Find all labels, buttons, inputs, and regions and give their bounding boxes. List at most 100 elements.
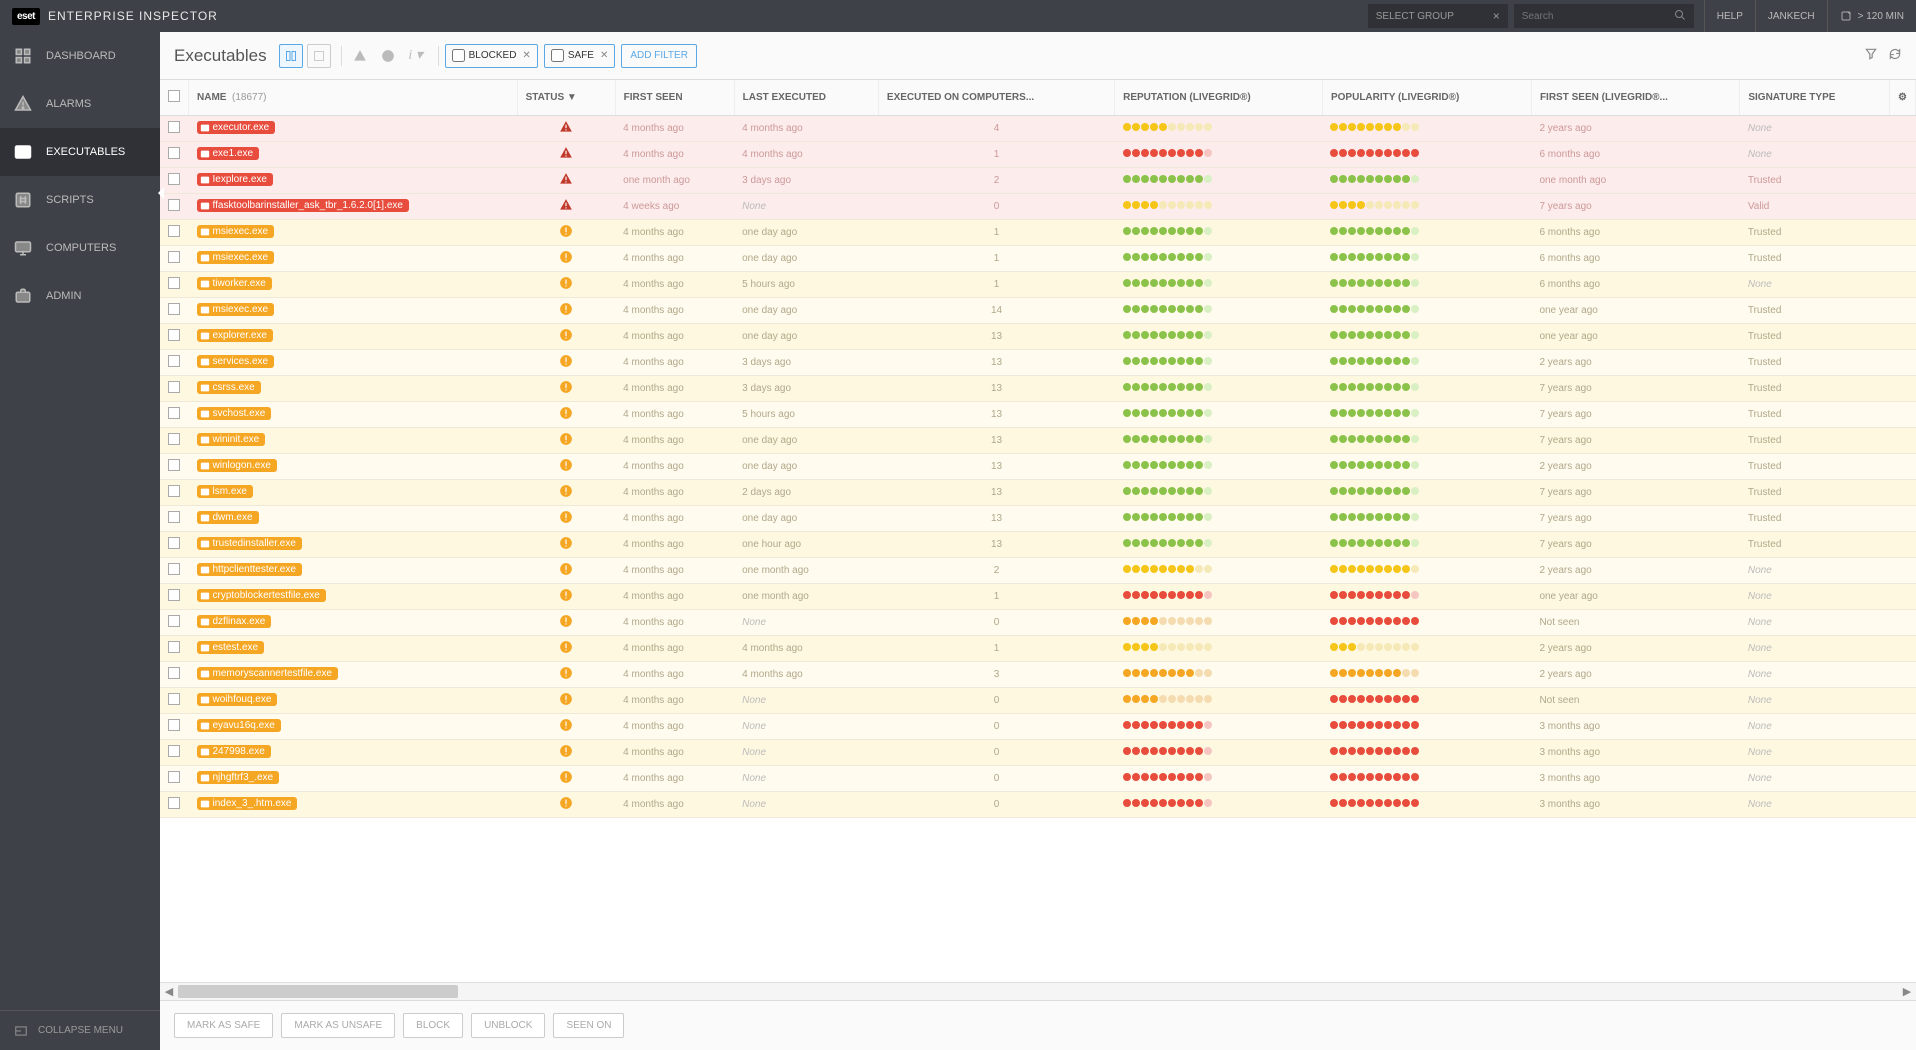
- column-header[interactable]: NAME (18677): [189, 80, 518, 116]
- refresh-icon[interactable]: [1888, 47, 1902, 64]
- block-button[interactable]: BLOCK: [403, 1013, 463, 1038]
- executable-badge[interactable]: msiexec.exe: [197, 225, 275, 238]
- filter-icon[interactable]: [1864, 47, 1878, 64]
- table-row[interactable]: lsm.exe4 months ago2 days ago137 years a…: [160, 480, 1916, 506]
- row-checkbox[interactable]: [168, 667, 180, 679]
- table-row[interactable]: msiexec.exe4 months agoone day ago16 mon…: [160, 246, 1916, 272]
- row-checkbox[interactable]: [168, 589, 180, 601]
- executable-badge[interactable]: eyavu16q.exe: [197, 719, 281, 732]
- executable-badge[interactable]: msiexec.exe: [197, 251, 275, 264]
- row-checkbox[interactable]: [168, 225, 180, 237]
- column-header[interactable]: FIRST SEEN (LIVEGRID®...: [1531, 80, 1739, 116]
- table-row[interactable]: Iexplore.exeone month ago3 days ago2one …: [160, 168, 1916, 194]
- executable-badge[interactable]: 247998.exe: [197, 745, 271, 758]
- executable-badge[interactable]: ffasktoolbarinstaller_ask_tbr_1.6.2.0[1]…: [197, 199, 410, 212]
- gear-icon[interactable]: ⚙: [1898, 92, 1907, 103]
- table-row[interactable]: tiworker.exe4 months ago5 hours ago16 mo…: [160, 272, 1916, 298]
- table-row[interactable]: executor.exe4 months ago4 months ago42 y…: [160, 116, 1916, 142]
- tool-info-i-icon[interactable]: i ▾: [404, 44, 428, 68]
- row-checkbox[interactable]: [168, 563, 180, 575]
- table-row[interactable]: woihfouq.exe4 months agoNone0Not seenNon…: [160, 688, 1916, 714]
- sidebar-item-scripts[interactable]: SCRIPTS: [0, 176, 160, 224]
- row-checkbox[interactable]: [168, 251, 180, 263]
- user-link[interactable]: JANKECH: [1755, 0, 1827, 32]
- table-row[interactable]: csrss.exe4 months ago3 days ago137 years…: [160, 376, 1916, 402]
- table-row[interactable]: wininit.exe4 months agoone day ago137 ye…: [160, 428, 1916, 454]
- search-box[interactable]: [1514, 4, 1694, 28]
- unblock-button[interactable]: UNBLOCK: [471, 1013, 545, 1038]
- search-icon[interactable]: [1674, 9, 1686, 24]
- search-input[interactable]: [1522, 11, 1674, 22]
- row-checkbox[interactable]: [168, 641, 180, 653]
- row-checkbox[interactable]: [168, 147, 180, 159]
- executable-badge[interactable]: dzflinax.exe: [197, 615, 272, 628]
- sidebar-item-executables[interactable]: EXECUTABLES: [0, 128, 160, 176]
- column-header[interactable]: REPUTATION (LIVEGRID®): [1115, 80, 1323, 116]
- remove-filter-icon[interactable]: ✕: [600, 50, 608, 61]
- executable-badge[interactable]: cryptoblockertestfile.exe: [197, 589, 326, 602]
- table-row[interactable]: dzflinax.exe4 months agoNone0Not seenNon…: [160, 610, 1916, 636]
- executable-badge[interactable]: explorer.exe: [197, 329, 273, 342]
- executable-badge[interactable]: httpclienttester.exe: [197, 563, 302, 576]
- column-header[interactable]: FIRST SEEN: [615, 80, 734, 116]
- column-header[interactable]: LAST EXECUTED: [734, 80, 878, 116]
- table-row[interactable]: winlogon.exe4 months agoone day ago132 y…: [160, 454, 1916, 480]
- row-checkbox[interactable]: [168, 407, 180, 419]
- table-row[interactable]: dwm.exe4 months agoone day ago137 years …: [160, 506, 1916, 532]
- executable-badge[interactable]: index_3_.htm.exe: [197, 797, 298, 810]
- help-link[interactable]: HELP: [1704, 0, 1755, 32]
- add-filter-button[interactable]: ADD FILTER: [621, 44, 697, 68]
- executable-badge[interactable]: winlogon.exe: [197, 459, 277, 472]
- column-header[interactable]: STATUS ▼: [517, 80, 615, 116]
- row-checkbox[interactable]: [168, 719, 180, 731]
- table-row[interactable]: explorer.exe4 months agoone day ago13one…: [160, 324, 1916, 350]
- table-row[interactable]: cryptoblockertestfile.exe4 months agoone…: [160, 584, 1916, 610]
- select-group-button[interactable]: SELECT GROUP ×: [1368, 4, 1508, 28]
- executable-badge[interactable]: woihfouq.exe: [197, 693, 278, 706]
- row-checkbox[interactable]: [168, 771, 180, 783]
- table-row[interactable]: trustedinstaller.exe4 months agoone hour…: [160, 532, 1916, 558]
- table-row[interactable]: estest.exe4 months ago4 months ago12 yea…: [160, 636, 1916, 662]
- time-filter-button[interactable]: > 120 MIN: [1827, 0, 1916, 32]
- executable-badge[interactable]: memoryscannertestfile.exe: [197, 667, 339, 680]
- mark-as-unsafe-button[interactable]: MARK AS UNSAFE: [281, 1013, 395, 1038]
- executable-badge[interactable]: estest.exe: [197, 641, 265, 654]
- row-checkbox[interactable]: [168, 459, 180, 471]
- layout-panel-button[interactable]: [279, 44, 303, 68]
- table-row[interactable]: eyavu16q.exe4 months agoNone03 months ag…: [160, 714, 1916, 740]
- row-checkbox[interactable]: [168, 121, 180, 133]
- scroll-thumb[interactable]: [178, 985, 458, 998]
- filter-chip-safe[interactable]: SAFE✕: [544, 44, 616, 68]
- sidebar-item-alarms[interactable]: ALARMS: [0, 80, 160, 128]
- sidebar-item-dashboard[interactable]: DASHBOARD: [0, 32, 160, 80]
- row-checkbox[interactable]: [168, 485, 180, 497]
- seen-on-button[interactable]: SEEN ON: [553, 1013, 624, 1038]
- remove-filter-icon[interactable]: ✕: [522, 50, 530, 61]
- executable-badge[interactable]: csrss.exe: [197, 381, 261, 394]
- filter-chip-blocked[interactable]: BLOCKED✕: [445, 44, 538, 68]
- layout-single-button[interactable]: [307, 44, 331, 68]
- row-checkbox[interactable]: [168, 693, 180, 705]
- table-row[interactable]: njhgftrf3_.exe4 months agoNone03 months …: [160, 766, 1916, 792]
- row-checkbox[interactable]: [168, 303, 180, 315]
- executable-badge[interactable]: trustedinstaller.exe: [197, 537, 302, 550]
- table-row[interactable]: index_3_.htm.exe4 months agoNone03 month…: [160, 792, 1916, 818]
- executable-badge[interactable]: executor.exe: [197, 121, 276, 134]
- scroll-right-icon[interactable]: ▶: [1898, 985, 1916, 998]
- row-checkbox[interactable]: [168, 745, 180, 757]
- blocked-checkbox[interactable]: [452, 49, 465, 62]
- column-header[interactable]: EXECUTED ON COMPUTERS...: [878, 80, 1114, 116]
- executable-badge[interactable]: dwm.exe: [197, 511, 259, 524]
- scroll-left-icon[interactable]: ◀: [160, 985, 178, 998]
- table-row[interactable]: msiexec.exe4 months agoone day ago14one …: [160, 298, 1916, 324]
- executable-badge[interactable]: wininit.exe: [197, 433, 266, 446]
- table-row[interactable]: services.exe4 months ago3 days ago132 ye…: [160, 350, 1916, 376]
- tool-alert-icon[interactable]: [348, 44, 372, 68]
- collapse-menu-button[interactable]: COLLAPSE MENU: [0, 1010, 160, 1050]
- row-checkbox[interactable]: [168, 797, 180, 809]
- row-checkbox[interactable]: [168, 433, 180, 445]
- table-row[interactable]: exe1.exe4 months ago4 months ago16 month…: [160, 142, 1916, 168]
- row-checkbox[interactable]: [168, 537, 180, 549]
- executable-badge[interactable]: services.exe: [197, 355, 275, 368]
- column-header[interactable]: POPULARITY (LIVEGRID®): [1322, 80, 1531, 116]
